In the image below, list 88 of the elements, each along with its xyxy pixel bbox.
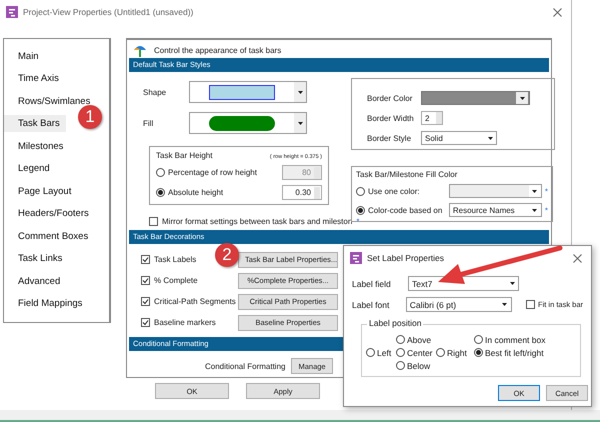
checkbox-label: Critical-Path Segments — [154, 297, 234, 306]
umbrella-icon — [133, 44, 147, 56]
radio-label: Color-code based on — [368, 206, 442, 214]
check-icon — [142, 277, 149, 284]
dropdown-arrow-icon — [502, 303, 508, 306]
dropdown[interactable]: Calibri (6 pt) — [406, 297, 512, 312]
check-icon — [142, 298, 149, 305]
checkbox-label: Mirror format settings between task bars and mileston — [162, 217, 352, 226]
hint-mark: * — [544, 206, 548, 214]
dialog-title: Set Label Properties — [367, 253, 446, 263]
group-title: Task Bar Height — [156, 151, 212, 160]
fill-swatch — [209, 116, 275, 130]
checkbox[interactable] — [141, 318, 150, 327]
radio-button[interactable] — [366, 348, 375, 357]
radio-button[interactable] — [436, 348, 445, 357]
sidebar-item[interactable]: Task Links — [4, 250, 68, 268]
radio-label: Percentage of row height — [168, 168, 257, 177]
close-icon[interactable] — [553, 8, 562, 16]
radio-button[interactable] — [396, 361, 405, 370]
dropdown-arrow-icon — [298, 122, 302, 124]
dropdown[interactable]: Resource Names — [448, 203, 542, 217]
dropdown-arrow-icon — [532, 208, 538, 212]
step-badge: 1 — [78, 105, 102, 129]
checkbox[interactable] — [141, 255, 150, 264]
dropdown-arrow-icon — [532, 190, 538, 192]
color-dropdown[interactable] — [421, 91, 530, 105]
app-icon — [350, 252, 362, 264]
field-label: Shape — [142, 88, 168, 96]
checkbox-label: % Complete — [154, 276, 199, 285]
checkbox-label: Task Labels — [154, 255, 198, 264]
checkbox[interactable] — [149, 217, 158, 226]
close-icon[interactable] — [573, 254, 582, 262]
group-title: Task Bar/Milestone Fill Color — [356, 170, 458, 179]
field-label: Fill — [142, 118, 154, 128]
group-title: Label position — [367, 318, 424, 328]
sidebar-item[interactable]: Legend — [4, 160, 56, 178]
field-label: Conditional Formatting — [205, 362, 286, 370]
radio-button[interactable] — [356, 186, 365, 196]
window-title: Project-View Properties (Untitled1 (unsaved)) — [23, 7, 194, 17]
style-picker[interactable] — [189, 81, 307, 103]
spin-box[interactable]: 0.30 — [282, 185, 322, 200]
sidebar-item[interactable]: Time Axis — [4, 70, 65, 88]
radio-button[interactable] — [396, 348, 405, 357]
dropdown-arrow-icon — [510, 282, 514, 285]
check-icon — [142, 256, 149, 263]
dropdown[interactable]: Text7 — [408, 276, 519, 291]
dropdown-arrow-icon — [298, 90, 302, 94]
sidebar-item[interactable]: Main — [4, 48, 45, 65]
step-badge: 2 — [215, 243, 239, 267]
field-label: Border Width — [367, 114, 415, 122]
hint-mark: * — [356, 217, 360, 226]
radio-label: Absolute height — [168, 188, 224, 197]
checkbox[interactable] — [141, 297, 150, 306]
sidebar-item[interactable]: Headers/Footers — [4, 205, 95, 222]
hint-mark: * — [544, 186, 548, 196]
check-icon — [142, 319, 149, 326]
radio-button[interactable] — [356, 206, 365, 214]
radio-button[interactable] — [474, 348, 483, 357]
spin-box[interactable]: 2 — [421, 111, 443, 125]
checkbox-label: Baseline markers — [154, 318, 217, 327]
dropdown-arrow-icon — [488, 136, 492, 140]
radio-label: Above — [407, 334, 432, 344]
radio-label: Below — [407, 360, 430, 370]
checkbox[interactable] — [141, 276, 150, 285]
dropdown-arrow-icon — [520, 96, 524, 100]
radio-label: Use one color: — [368, 186, 420, 196]
sidebar-item[interactable]: Comment Boxes — [4, 228, 94, 245]
field-label: Border Style — [367, 134, 412, 142]
shape-swatch — [209, 84, 275, 100]
sidebar-item[interactable]: Advanced — [4, 272, 66, 290]
dropdown[interactable]: Solid — [421, 131, 497, 145]
app-icon — [6, 6, 18, 18]
sidebar-item[interactable]: Milestones — [4, 138, 70, 155]
checkbox[interactable] — [526, 300, 535, 309]
radio-button[interactable] — [156, 168, 165, 177]
sidebar-item[interactable]: Page Layout — [4, 182, 78, 200]
style-picker[interactable] — [189, 112, 307, 134]
sidebar-item[interactable]: Field Mappings — [4, 295, 88, 312]
radio-label: In comment box — [485, 334, 546, 344]
field-label: Label field — [352, 278, 392, 288]
panel-header: Control the appearance of task bars — [154, 46, 282, 54]
radio-button[interactable] — [396, 335, 405, 344]
sidebar-item[interactable]: Task Bars — [4, 115, 66, 132]
field-label: Label font — [352, 300, 390, 310]
dropdown[interactable] — [448, 184, 542, 198]
radio-button[interactable] — [474, 335, 483, 344]
field-label: Border Color — [367, 94, 414, 102]
radio-button[interactable] — [156, 188, 165, 197]
